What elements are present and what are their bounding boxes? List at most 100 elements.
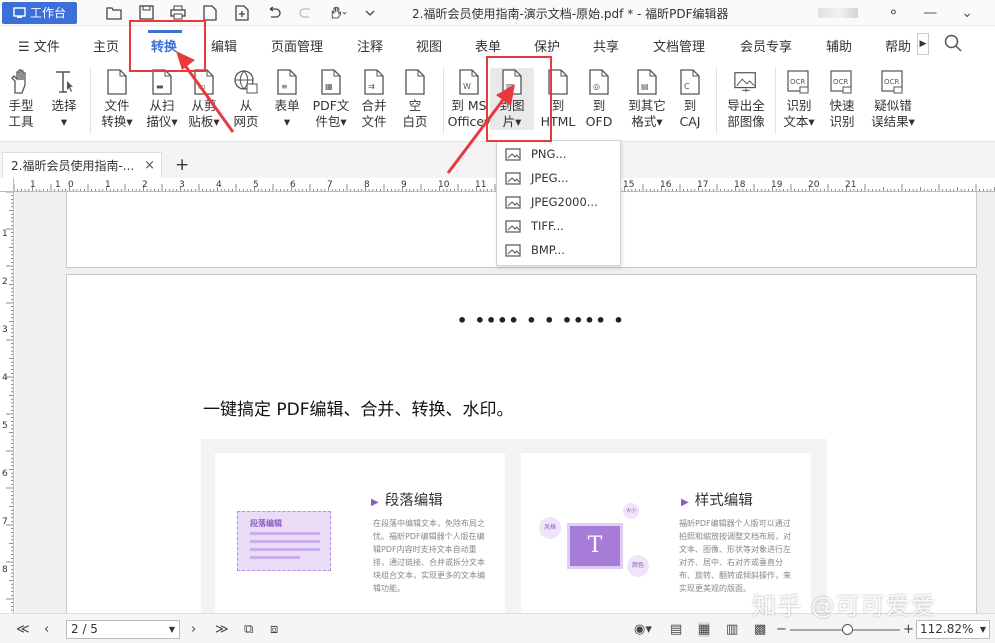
page-number-input[interactable]: 2 / 5 ▼	[66, 620, 180, 639]
ribbon-tool-text-cursor[interactable]: 选择 ▾	[42, 68, 86, 130]
search-icon[interactable]	[944, 34, 962, 52]
page-dropdown-icon[interactable]: ▼	[169, 621, 175, 638]
single-page-view-icon[interactable]: ▤	[670, 622, 682, 637]
menu-tab-10[interactable]: 文档管理	[653, 36, 705, 55]
ribbon-tool-clipboard[interactable]: ▭ 从剪 贴板▾	[182, 68, 226, 130]
menu-tab-11[interactable]: 会员专享	[740, 36, 792, 55]
prev-page-icon[interactable]: ‹	[44, 622, 49, 637]
ribbon-tool-label: 贴板▾	[188, 114, 220, 129]
ribbon-tool-merge[interactable]: ⇉ 合并 文件	[353, 68, 395, 130]
ruler-label: 0	[68, 180, 74, 190]
image-format-icon	[505, 243, 521, 257]
ribbon-tool-ocr-quick[interactable]: OCR 快速 识别	[820, 68, 864, 130]
collapse-ribbon-icon[interactable]: ⌄	[961, 5, 973, 21]
facing-view-icon[interactable]: ▥	[726, 622, 738, 637]
dropdown-item-jpeg[interactable]: JPEG...	[505, 168, 568, 188]
ribbon-tool-hand[interactable]: 手型 工具	[0, 68, 42, 130]
add-file-icon[interactable]	[233, 4, 251, 22]
menu-tab-8[interactable]: 保护	[534, 36, 560, 55]
ribbon-tool-label: 件包▾	[315, 114, 347, 129]
menu-scroll-right-button[interactable]: ▶	[917, 33, 929, 55]
ruler-label: 5	[253, 180, 259, 190]
ribbon-separator	[716, 68, 717, 134]
hand-tool-dropdown-icon[interactable]	[329, 4, 347, 22]
add-tab-button[interactable]: +	[175, 155, 189, 175]
ribbon-tool-to-office[interactable]: W 到 MS Office▾	[447, 68, 491, 130]
ribbon-tool-to-ofd[interactable]: ◎ 到 OFD	[577, 68, 621, 130]
zoom-out-icon[interactable]: −	[776, 622, 787, 637]
print-icon[interactable]	[169, 4, 187, 22]
ribbon-tool-portfolio[interactable]: ▦ PDF文 件包▾	[308, 68, 354, 130]
menu-tab-5[interactable]: 注释	[357, 36, 383, 55]
svg-text:W: W	[463, 82, 471, 91]
undo-icon[interactable]	[265, 4, 283, 22]
ribbon-tool-globe[interactable]: 从网页	[226, 68, 266, 130]
extract-page-icon[interactable]: ⧈	[270, 622, 278, 637]
ruler-label: 5	[2, 421, 8, 431]
ribbon-tool-label: 到其它	[628, 98, 666, 113]
menu-tab-9[interactable]: 共享	[593, 36, 619, 55]
menu-tab-1[interactable]: 主页	[93, 36, 119, 55]
zoom-in-icon[interactable]: +	[903, 622, 914, 637]
ribbon-tool-scanner[interactable]: ▬ 从扫 描仪▾	[139, 68, 185, 130]
minimize-button[interactable]: —	[923, 5, 937, 21]
menu-tab-4[interactable]: 页面管理	[271, 36, 323, 55]
first-page-icon[interactable]: ≪	[16, 622, 30, 637]
open-folder-icon[interactable]	[105, 4, 123, 22]
globe-icon	[233, 68, 259, 96]
workbench-icon	[13, 6, 26, 18]
ruler-label: 10	[438, 180, 450, 190]
quick-access-dropdown-icon[interactable]	[361, 4, 379, 22]
zoom-slider-knob[interactable]	[842, 624, 853, 635]
ribbon-tool-label: 到	[592, 98, 606, 113]
dropdown-item-tiff[interactable]: TIFF...	[505, 216, 564, 236]
menu-tab-13[interactable]: 帮助	[885, 36, 911, 55]
menu-tab-3[interactable]: 编辑	[211, 36, 237, 55]
close-tab-icon[interactable]: ×	[144, 158, 155, 173]
ribbon-tool-file[interactable]: 文件 转换▾	[94, 68, 140, 130]
last-page-icon[interactable]: ≫	[215, 622, 229, 637]
dropdown-item-png[interactable]: PNG...	[505, 144, 566, 164]
style-bubble: 风格	[539, 517, 561, 539]
ribbon-tool-form[interactable]: ≡ 表单 ▾	[265, 68, 309, 130]
image-format-icon	[505, 195, 521, 209]
page-heading-dots: • •••• • • •••• •	[457, 311, 625, 330]
zoom-dropdown-icon[interactable]: ▼	[980, 621, 986, 638]
menu-tab-12[interactable]: 辅助	[826, 36, 852, 55]
ribbon-tool-to-caj[interactable]: C 到 CAJ	[668, 68, 712, 130]
rotate-view-icon[interactable]: ⧉	[244, 622, 253, 637]
svg-text:▬: ▬	[156, 82, 164, 91]
card-title-text: 段落编辑	[384, 493, 443, 509]
dropdown-item-jpeg2000[interactable]: JPEG2000...	[505, 192, 598, 212]
document-tab[interactable]: 2.福昕会员使用指南-... ×	[2, 152, 162, 178]
card-description: 福昕PDF编辑器个人版可以通过拍照和缩放按调整文档布局，对文本、图像、形状等对象…	[679, 519, 791, 593]
page-2: • •••• • • •••• • 一键搞定 PDF编辑、合并、转换、水印。 段…	[66, 274, 977, 613]
ribbon-tool-to-other[interactable]: ▤ 到其它 格式▾	[620, 68, 674, 130]
illustration-label: 段落编辑	[250, 519, 282, 528]
dropdown-item-bmp[interactable]: BMP...	[505, 240, 565, 260]
save-icon[interactable]	[137, 4, 155, 22]
continuous-facing-view-icon[interactable]: ▩	[754, 622, 766, 637]
page-headline: 一键搞定 PDF编辑、合并、转换、水印。	[203, 400, 514, 420]
new-page-icon[interactable]	[201, 4, 219, 22]
ribbon-tool-label: 描仪▾	[146, 114, 178, 129]
ribbon-tool-ocr-text[interactable]: OCR 识别 文本▾	[778, 68, 820, 130]
notification-icon[interactable]: ⚬	[888, 5, 900, 21]
ribbon-tool-blank-page[interactable]: 空白页	[393, 68, 437, 130]
next-page-icon[interactable]: ›	[191, 622, 196, 637]
ruler-label: 1	[2, 229, 8, 239]
ruler-label: 11	[475, 180, 486, 190]
menu-tab-7[interactable]: 表单	[475, 36, 501, 55]
ruler-label: 8	[364, 180, 370, 190]
document-tab-label: 2.福昕会员使用指南-...	[11, 159, 135, 173]
zoom-level-input[interactable]: 112.82% ▼	[916, 620, 990, 639]
workbench-button[interactable]: 工作台	[2, 1, 77, 24]
ribbon-tool-export-images[interactable]: 导出全 部图像	[721, 68, 771, 130]
menu-tab-6[interactable]: 视图	[416, 36, 442, 55]
menu-tab-0[interactable]: ☰ 文件	[18, 36, 60, 55]
continuous-view-icon[interactable]: ▦	[698, 622, 711, 637]
ribbon-tool-ocr-suspect[interactable]: OCR 疑似错 误结果▾	[865, 68, 921, 130]
redo-icon[interactable]	[297, 4, 315, 22]
ocr-suspect-icon: OCR	[880, 68, 906, 96]
reading-mode-icon[interactable]: ◉▾	[634, 622, 652, 637]
